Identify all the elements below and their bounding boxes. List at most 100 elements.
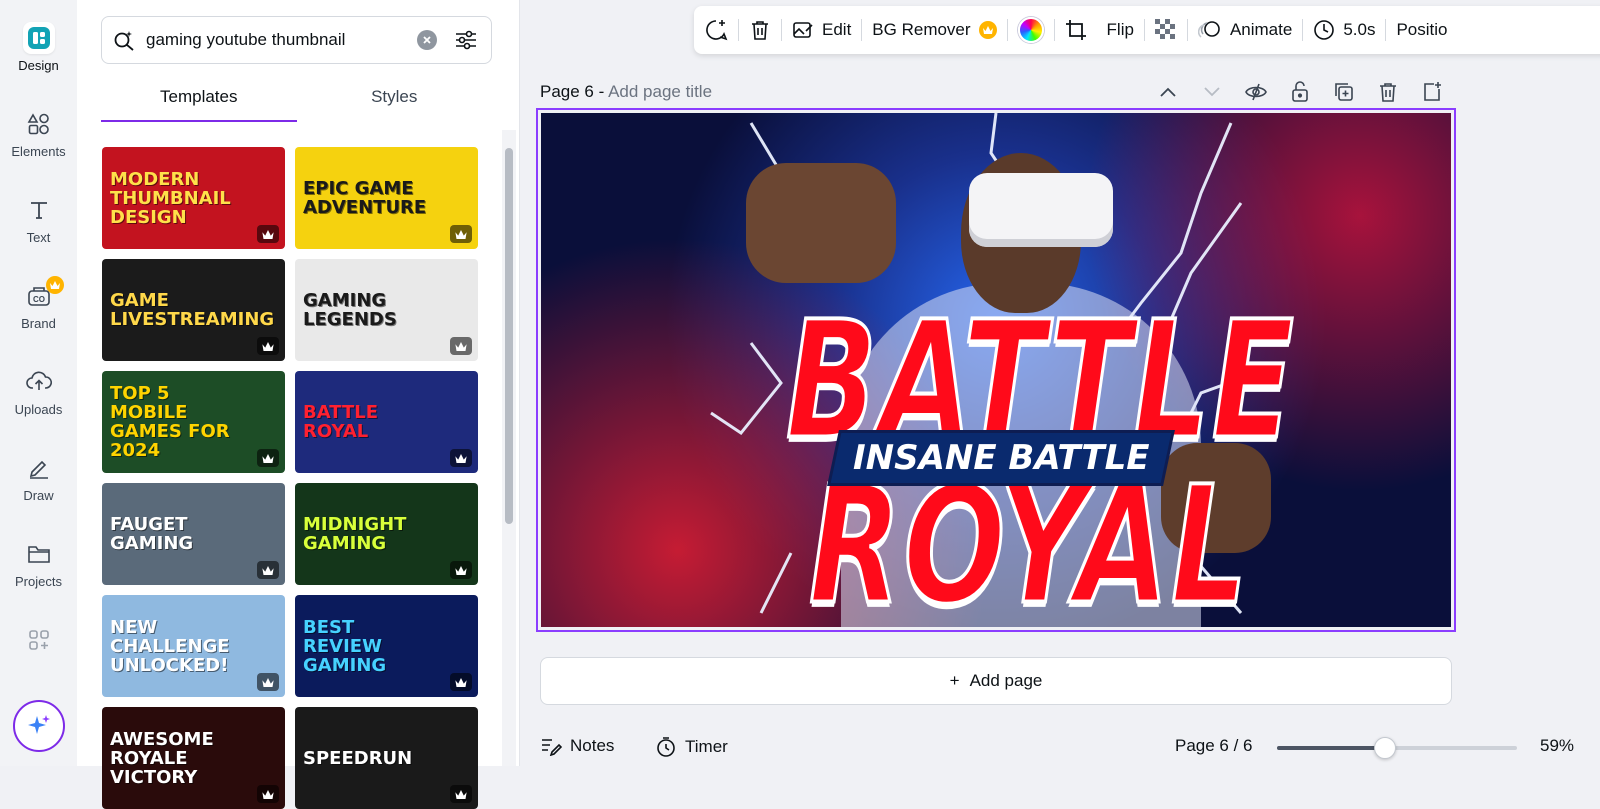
rail-design[interactable]: Design xyxy=(0,14,77,94)
edit-button[interactable]: Edit xyxy=(782,6,861,54)
bg-remover-button[interactable]: BG Remover xyxy=(862,6,1006,54)
move-up-button[interactable] xyxy=(1155,80,1181,104)
context-toolbar: Edit BG Remover Flip Animate 5.0s Positi… xyxy=(694,6,1600,54)
timer-label: Timer xyxy=(685,737,728,756)
tab-styles[interactable]: Styles xyxy=(297,82,493,122)
left-rail: Design Elements Text CO Brand Uploads Dr… xyxy=(0,0,77,766)
crown-icon xyxy=(257,785,279,803)
rail-label: Projects xyxy=(15,574,62,589)
rail-uploads[interactable]: Uploads xyxy=(0,358,77,438)
folder-icon xyxy=(23,538,55,570)
crown-icon xyxy=(450,673,472,691)
hide-page-button[interactable] xyxy=(1243,80,1269,104)
duplicate-icon xyxy=(1335,83,1353,101)
add-page-label: Add page xyxy=(969,671,1043,690)
search-value[interactable]: gaming youtube thumbnail xyxy=(146,30,417,50)
template-thumbnail[interactable]: Midnight Gaming xyxy=(295,483,478,585)
clock-icon xyxy=(1314,20,1335,40)
transparency-button[interactable] xyxy=(1145,6,1187,54)
magic-sparkle-button[interactable] xyxy=(13,700,65,752)
add-page-button[interactable]: + Add page xyxy=(540,657,1452,705)
person-fist xyxy=(746,163,896,283)
template-thumbnail[interactable]: Battle Royal xyxy=(295,371,478,473)
timer-button[interactable]: Timer xyxy=(655,736,728,758)
animate-button[interactable]: Animate xyxy=(1188,6,1302,54)
template-thumbnail[interactable]: Best Review Gaming xyxy=(295,595,478,697)
animate-label: Animate xyxy=(1229,20,1293,39)
rail-brand[interactable]: CO Brand xyxy=(0,272,77,352)
position-button[interactable]: Positio xyxy=(1386,6,1457,54)
pen-icon xyxy=(23,452,55,484)
rail-draw[interactable]: Draw xyxy=(0,444,77,524)
crown-icon xyxy=(450,337,472,355)
text-icon xyxy=(23,194,55,226)
duration-button[interactable]: 5.0s xyxy=(1303,6,1385,54)
zoom-slider-fill xyxy=(1277,746,1385,750)
rail-projects[interactable]: Projects xyxy=(0,530,77,610)
template-title: Gaming Legends xyxy=(303,290,397,330)
crown-icon xyxy=(450,225,472,243)
color-button[interactable] xyxy=(1008,6,1054,54)
template-title: Best Review Gaming xyxy=(303,616,387,676)
template-title: New Challenge Unlocked! xyxy=(110,616,230,676)
page-indicator[interactable]: Page 6 / 6 xyxy=(1175,736,1253,756)
comment-button[interactable] xyxy=(694,6,738,54)
add-page-icon-button[interactable] xyxy=(1419,80,1445,104)
insane-battle-banner[interactable]: INSANE BATTLE xyxy=(830,433,1172,483)
crown-icon xyxy=(257,673,279,691)
zoom-slider-handle[interactable] xyxy=(1374,737,1396,759)
search-input[interactable]: gaming youtube thumbnail xyxy=(101,16,492,64)
rail-elements[interactable]: Elements xyxy=(0,100,77,180)
filter-icon[interactable] xyxy=(451,29,481,51)
vr-headset xyxy=(969,173,1113,247)
crop-button[interactable] xyxy=(1055,6,1097,54)
rail-text[interactable]: Text xyxy=(0,186,77,266)
zoom-level[interactable]: 59% xyxy=(1540,736,1574,756)
zoom-slider[interactable] xyxy=(1277,737,1517,759)
rail-label: Elements xyxy=(11,144,66,159)
template-title: Battle Royal xyxy=(303,402,378,442)
template-thumbnail[interactable]: Game Livestreaming xyxy=(102,259,285,361)
template-title: Game Livestreaming xyxy=(110,290,275,330)
duplicate-page-button[interactable] xyxy=(1331,80,1357,104)
template-thumbnail[interactable]: Fauget Gaming xyxy=(102,483,285,585)
flip-label: Flip xyxy=(1106,20,1134,39)
clear-search-icon[interactable] xyxy=(417,30,437,50)
edit-label: Edit xyxy=(822,20,852,39)
crown-icon xyxy=(257,561,279,579)
rail-label: Brand xyxy=(21,316,56,331)
rail-label: Text xyxy=(26,230,51,245)
template-thumbnail[interactable]: Modern Thumbnail Design xyxy=(102,147,285,249)
delete-page-button[interactable] xyxy=(1375,80,1401,104)
template-thumbnail[interactable]: Top 5 Mobile Games For 2024 xyxy=(102,371,285,473)
scrollbar-thumb[interactable] xyxy=(505,148,513,524)
template-title: Top 5 Mobile Games For 2024 xyxy=(110,383,230,461)
page-title-placeholder[interactable]: Add page title xyxy=(608,82,712,101)
delete-button[interactable] xyxy=(739,6,781,54)
template-thumbnail[interactable]: New Challenge Unlocked! xyxy=(102,595,285,697)
flip-button[interactable]: Flip xyxy=(1097,6,1144,54)
notes-label: Notes xyxy=(570,736,615,755)
template-title: Modern Thumbnail Design xyxy=(110,168,231,228)
canvas-selection-frame[interactable]: BATTLE ROYAL INSANE BATTLE xyxy=(536,108,1456,632)
template-title: Awesome Royale Victory xyxy=(110,728,214,788)
notes-button[interactable]: Notes xyxy=(540,736,614,756)
page-number-label: Page 6 - xyxy=(540,82,609,101)
design-canvas[interactable]: BATTLE ROYAL INSANE BATTLE xyxy=(541,113,1451,627)
template-title: Midnight Gaming xyxy=(303,514,407,554)
template-thumbnail[interactable]: Gaming Legends xyxy=(295,259,478,361)
plus-icon: + xyxy=(949,671,960,690)
tab-templates[interactable]: Templates xyxy=(101,82,297,122)
magic-search-icon xyxy=(102,29,146,51)
upload-cloud-icon xyxy=(23,366,55,398)
rail-apps[interactable] xyxy=(0,616,77,696)
zoom-label: 59% xyxy=(1540,736,1575,755)
page-title[interactable]: Page 6 - Add page title xyxy=(540,82,712,102)
template-thumbnail[interactable]: Awesome Royale Victory xyxy=(102,707,285,809)
template-thumbnail[interactable]: Epic Game Adventure xyxy=(295,147,478,249)
move-down-button[interactable] xyxy=(1199,80,1225,104)
panel-scrollbar[interactable] xyxy=(502,130,516,766)
template-thumbnail[interactable]: Speedrun xyxy=(295,707,478,809)
lock-page-button[interactable] xyxy=(1287,80,1313,104)
crown-icon xyxy=(450,785,472,803)
